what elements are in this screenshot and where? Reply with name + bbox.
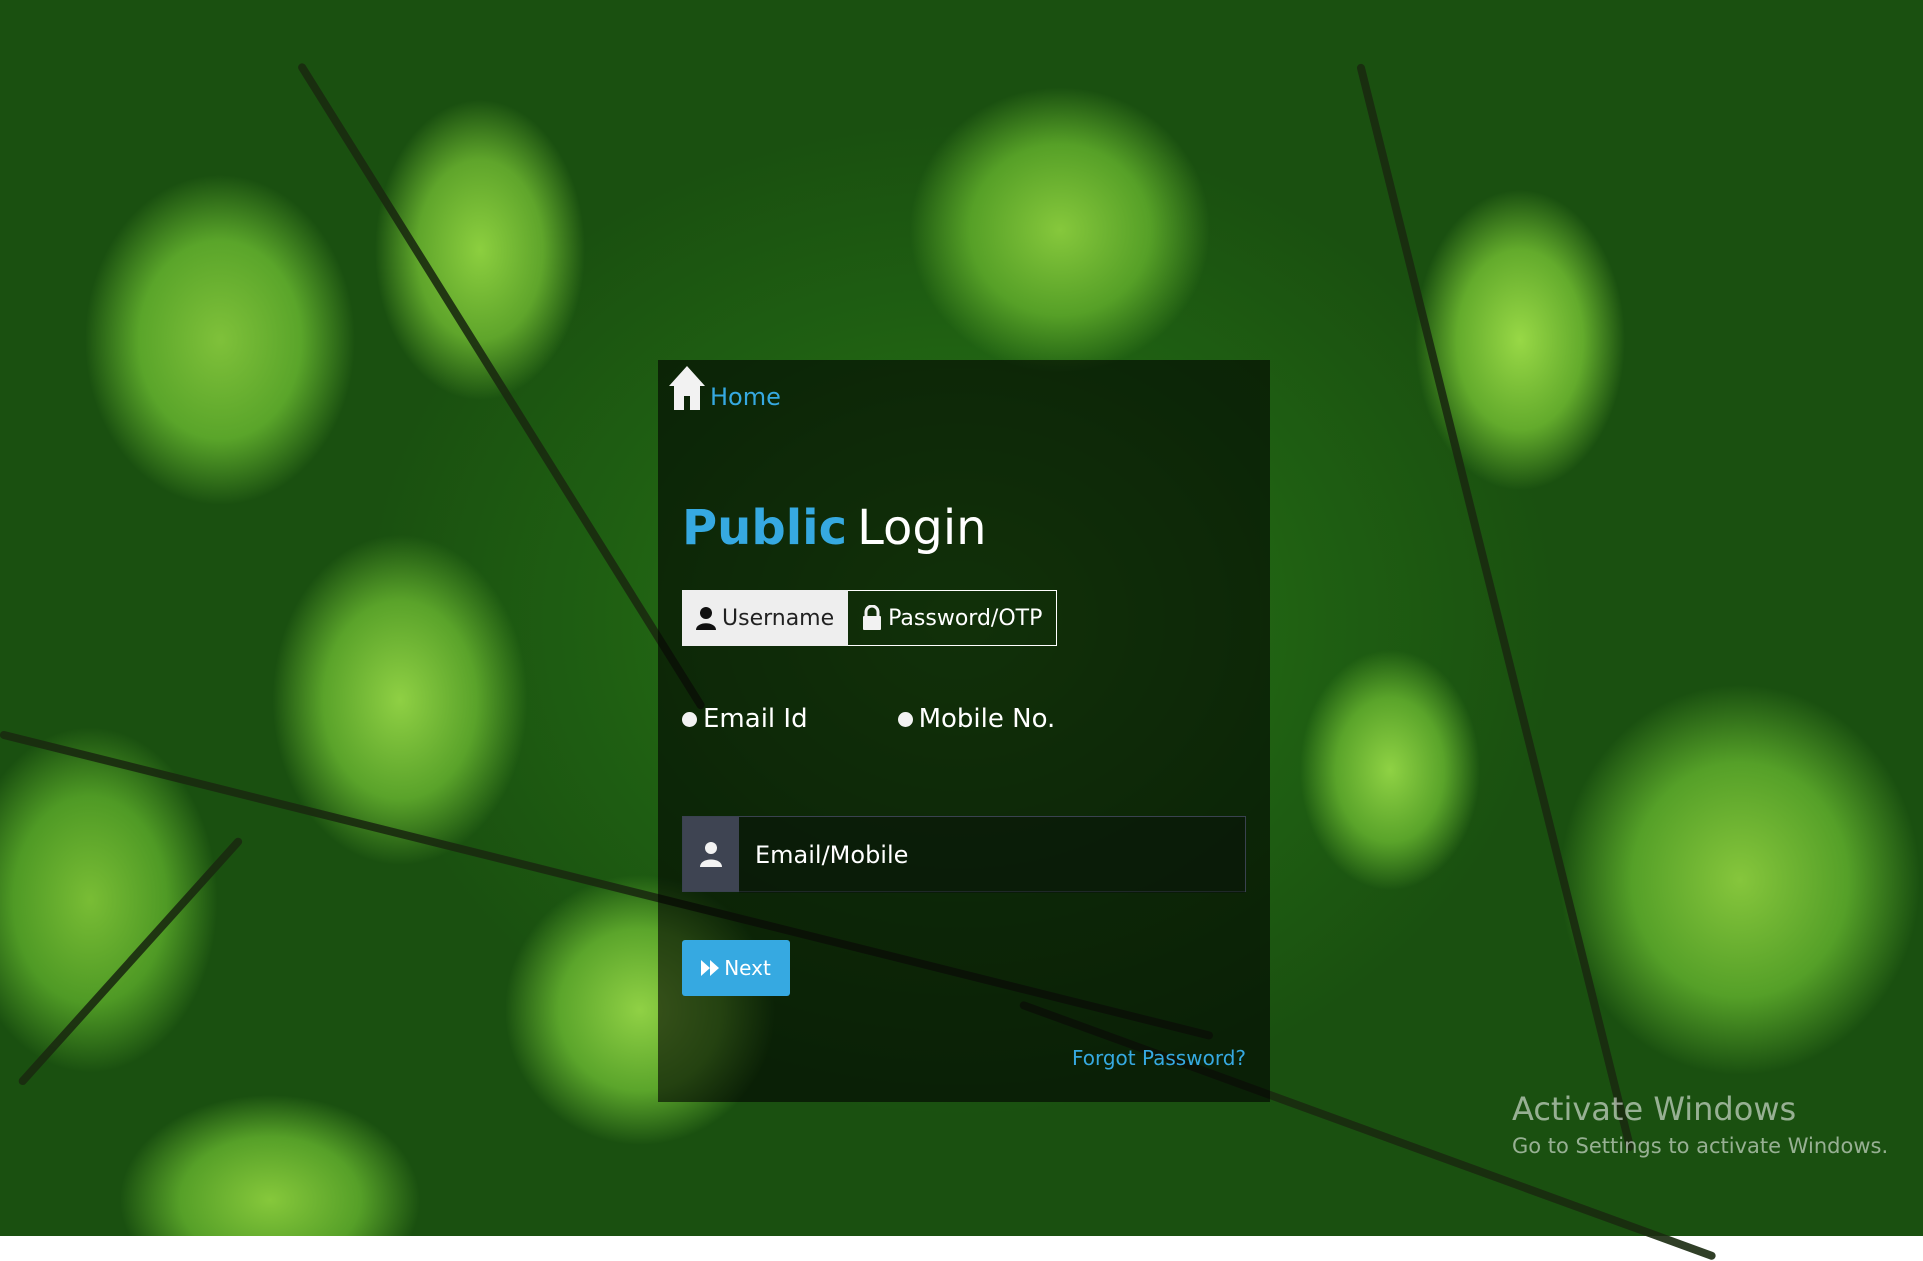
- title-strong: Public: [682, 500, 848, 556]
- forgot-password-link[interactable]: Forgot Password?: [1072, 1046, 1246, 1070]
- next-button[interactable]: Next: [682, 940, 790, 996]
- login-tabs: Username Password/OTP: [682, 590, 1058, 646]
- radio-email-id-label: Email Id: [703, 704, 808, 734]
- tab-password-otp-label: Password/OTP: [888, 605, 1043, 631]
- email-mobile-input-group: [682, 816, 1246, 893]
- page-title: Public Login: [682, 500, 987, 556]
- lock-icon: [863, 605, 882, 630]
- branch: [17, 836, 244, 1087]
- next-label: Next: [724, 956, 771, 980]
- login-type-radio-group: Email Id Mobile No.: [682, 704, 1055, 734]
- fast-forward-icon: [701, 960, 720, 976]
- radio-mobile-no[interactable]: Mobile No.: [897, 704, 1056, 734]
- watermark-title: Activate Windows: [1512, 1090, 1797, 1128]
- home-icon: [669, 366, 705, 410]
- branch: [1356, 63, 1635, 1152]
- tab-username[interactable]: Username: [682, 590, 849, 646]
- branch: [296, 61, 707, 711]
- radio-button-icon[interactable]: [682, 711, 697, 727]
- tab-password-otp[interactable]: Password/OTP: [848, 590, 1058, 646]
- radio-button-icon[interactable]: [897, 711, 913, 727]
- tab-username-label: Username: [722, 605, 835, 631]
- user-icon: [696, 607, 716, 630]
- radio-email-id[interactable]: Email Id: [682, 704, 808, 734]
- title-rest: Login: [857, 500, 987, 556]
- watermark-subtitle: Go to Settings to activate Windows.: [1512, 1134, 1889, 1158]
- home-link[interactable]: Home: [668, 364, 781, 412]
- home-label: Home: [710, 383, 781, 411]
- login-panel: Home Public Login Username Password/OTP E…: [658, 360, 1270, 1102]
- input-addon: [683, 817, 739, 891]
- activate-windows-watermark: Activate Windows Go to Settings to activ…: [1512, 1090, 1888, 1158]
- radio-mobile-no-label: Mobile No.: [918, 704, 1056, 734]
- user-icon: [700, 842, 722, 867]
- email-mobile-input[interactable]: [739, 817, 1245, 893]
